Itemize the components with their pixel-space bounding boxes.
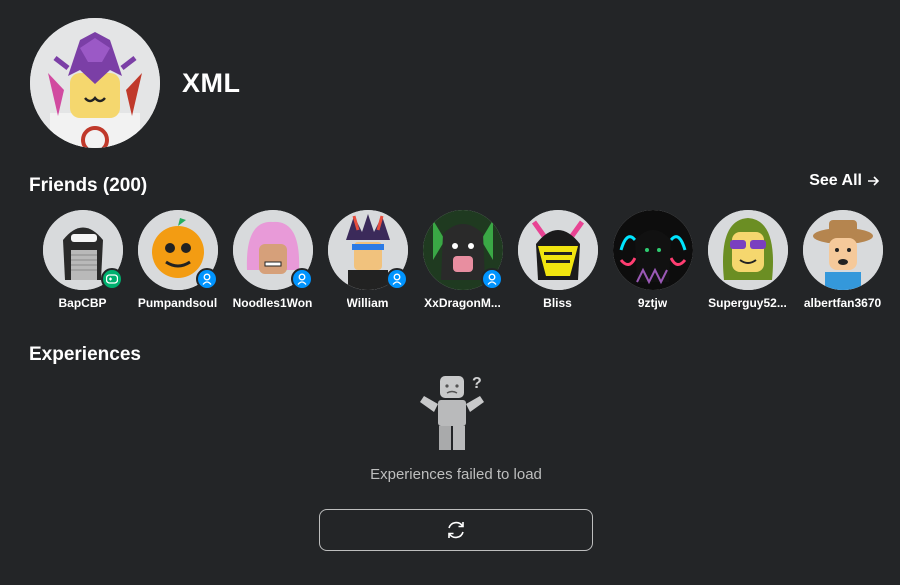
friend-avatar [612,210,693,290]
friend-avatar [517,210,598,290]
experiences-empty-state: ? Experiences failed to load [320,370,592,483]
friend-tile[interactable]: BapCBP [35,210,130,310]
avatar-image-icon [517,210,598,290]
friend-avatar [707,210,788,290]
friend-tile[interactable]: Pumpandsoul [130,210,225,310]
svg-text:?: ? [472,375,482,392]
profile-display-name: XML [182,67,241,98]
friend-name: 9ztjw [637,296,668,310]
avatar-image-icon [802,210,883,290]
reload-experiences-button[interactable] [319,509,593,551]
game-controller-icon [105,274,118,284]
avatar-image-icon [707,210,788,290]
friend-name: BapCBP [58,296,107,310]
friends-section-title: Friends (200) [29,175,148,196]
friend-name: XxDragonM... [424,296,501,310]
experiences-section-title: Experiences [29,344,141,365]
experiences-error-text: Experiences failed to load [370,466,542,483]
user-icon [296,273,307,285]
user-icon [486,273,497,285]
friend-tile[interactable]: Bliss [510,210,605,310]
friend-tile[interactable]: Noodles1Won [225,210,320,310]
friend-name: William [346,296,389,310]
arrow-right-icon [868,176,880,186]
friend-avatar [802,210,883,290]
in-game-badge [100,268,123,290]
see-all-friends-link[interactable]: See All [809,172,880,190]
friend-name: Noodles1Won [232,296,313,310]
user-icon [201,273,212,285]
friend-name: Superguy52... [708,296,787,310]
friend-tile[interactable]: Superguy52... [700,210,795,310]
friend-name: Bliss [543,296,572,310]
friend-tile[interactable]: 9ztjw [605,210,700,310]
friend-name: albertfan3670 [803,296,882,310]
friend-tile[interactable]: XxDragonM... [415,210,510,310]
friends-carousel: BapCBP Pumpandsoul Noodles1Won William X… [35,210,890,310]
online-badge [385,268,408,290]
online-badge [195,268,218,290]
profile-header: XML [30,18,241,148]
confused-figure-icon: ? [420,375,484,450]
avatar-image-icon [30,18,160,148]
refresh-icon [448,521,464,539]
online-badge [290,268,313,290]
see-all-label: See All [809,172,862,189]
profile-avatar[interactable] [30,18,160,148]
online-badge [480,268,503,290]
friend-name: Pumpandsoul [137,296,218,310]
user-icon [391,273,402,285]
avatar-image-icon [612,210,693,290]
friend-tile[interactable]: albertfan3670 [795,210,890,310]
friend-tile[interactable]: William [320,210,415,310]
